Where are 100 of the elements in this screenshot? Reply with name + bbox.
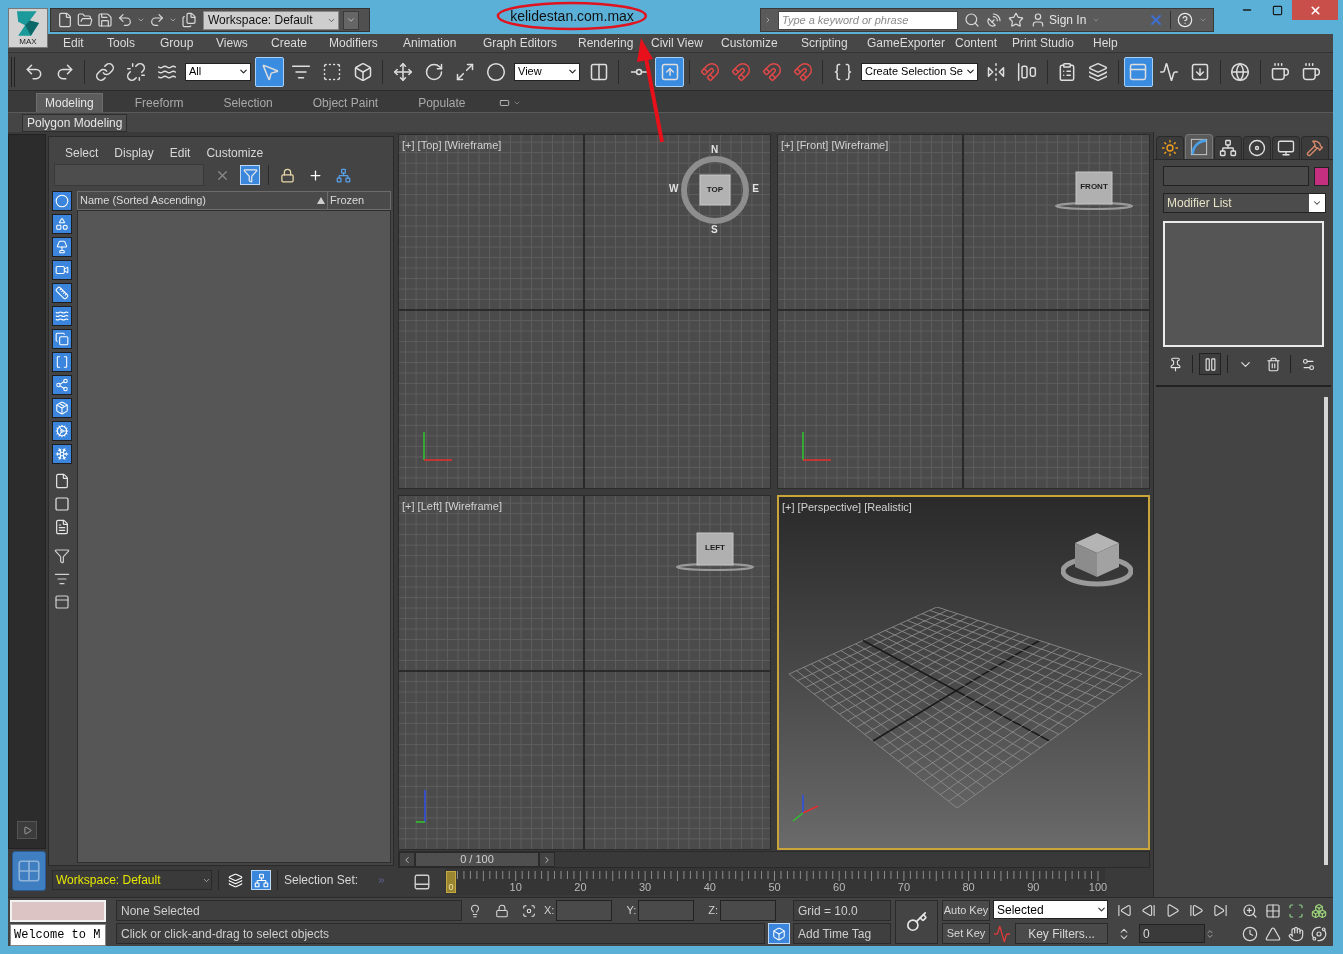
file-text-icon[interactable]	[54, 519, 70, 535]
viewport-label[interactable]: [+] [Front] [Wireframe]	[781, 140, 889, 151]
menu-item[interactable]: Select	[65, 147, 99, 159]
workspace-dropdown[interactable]: Workspace: Default	[52, 870, 212, 890]
ribbon-tab[interactable]: Selection	[215, 93, 281, 112]
time-slider-track[interactable]: 0 / 100	[398, 851, 1150, 868]
cursor-button[interactable]	[255, 56, 284, 87]
orbit-icon[interactable]	[1310, 926, 1327, 942]
menu-item[interactable]: Tools	[107, 37, 135, 49]
toolbar-dropdown[interactable]: All	[185, 62, 251, 81]
menu-item[interactable]: GameExporter	[867, 37, 946, 49]
ribbon-tab[interactable]: Populate	[410, 93, 474, 112]
target-icon[interactable]	[522, 903, 536, 918]
menu-item[interactable]: Edit	[169, 147, 191, 159]
listener-output[interactable]: Welcome to M	[10, 924, 106, 946]
listener-input-field[interactable]	[10, 900, 106, 922]
triangle-icon[interactable]	[1264, 926, 1281, 942]
menu-item[interactable]: Customize	[721, 37, 778, 49]
hierarchy-button[interactable]	[251, 870, 271, 890]
overlapping-squares-filter-button[interactable]	[52, 329, 72, 349]
color-swatch-icon[interactable]	[1314, 166, 1329, 186]
menu-item[interactable]: Group	[160, 37, 194, 49]
panel-icon[interactable]	[54, 594, 70, 610]
viewport-label[interactable]: [+] [Perspective] [Realistic]	[782, 502, 912, 513]
gear-filter-button[interactable]	[52, 421, 72, 441]
scrollbar[interactable]	[1324, 397, 1328, 865]
modifier-stack-list[interactable]	[1163, 221, 1324, 347]
brackets-filter-button[interactable]	[52, 352, 72, 372]
clock-icon[interactable]	[1241, 926, 1258, 942]
menu-item[interactable]: Edit	[63, 37, 84, 49]
satellite-dish-icon[interactable]	[986, 12, 1002, 28]
viewport[interactable]: [+] [Perspective] [Realistic]	[777, 495, 1150, 850]
sphere-filter-button[interactable]	[52, 191, 72, 211]
filter-icon[interactable]	[54, 548, 70, 564]
viewport-layout-button[interactable]	[12, 851, 46, 891]
compass-letter[interactable]: E	[752, 184, 759, 194]
coordinate-field[interactable]	[556, 900, 613, 921]
menu-item[interactable]: Scripting	[801, 37, 848, 49]
skip-back-icon[interactable]	[1117, 903, 1132, 918]
caret-icon[interactable]	[169, 16, 177, 24]
viewport-label[interactable]: [+] [Top] [Wireframe]	[402, 140, 502, 151]
command-panel-tab[interactable]	[1214, 136, 1242, 159]
lock-icon[interactable]	[495, 903, 509, 918]
set-key-button[interactable]: Set Key	[942, 923, 990, 944]
nodes-filter-button[interactable]	[52, 375, 72, 395]
save-icon[interactable]	[97, 12, 113, 28]
ribbon-tab[interactable]: Freeform	[126, 93, 192, 112]
ribbon-panel-label[interactable]: Polygon Modeling	[22, 113, 128, 132]
customize-toolbar-button[interactable]	[343, 10, 359, 30]
redo-icon[interactable]	[149, 12, 165, 28]
pill-icon[interactable]	[497, 97, 511, 108]
command-panel-tab[interactable]	[1243, 136, 1271, 159]
modifier-list-dropdown[interactable]: Modifier List	[1163, 193, 1326, 213]
menu-item[interactable]: Graph Editors	[483, 37, 558, 49]
menu-item[interactable]: Modifiers	[329, 37, 378, 49]
search-field[interactable]: Type a keyword or phrase	[778, 10, 958, 30]
compass-letter[interactable]: W	[669, 184, 679, 194]
add-time-tag-button[interactable]: Add Time Tag	[793, 923, 891, 944]
command-panel-tab[interactable]	[1272, 136, 1300, 159]
boxes-icon[interactable]	[1310, 903, 1327, 919]
ruler-filter-button[interactable]	[52, 283, 72, 303]
caret-icon[interactable]	[764, 15, 772, 25]
play-icon[interactable]	[1165, 903, 1180, 918]
frame-corners-icon[interactable]	[1287, 903, 1304, 919]
viewport[interactable]: [+] [Top] [Wireframe] N E S W TOP	[398, 134, 771, 489]
ribbon-tab[interactable]: Modeling	[36, 93, 103, 112]
hand-icon[interactable]	[1287, 926, 1304, 942]
coordinate-field[interactable]	[638, 900, 695, 921]
cube-toggle-button[interactable]	[768, 923, 790, 944]
menu-item[interactable]: Animation	[403, 37, 457, 49]
panel-bottom-icon[interactable]	[412, 872, 431, 891]
two-bars-button[interactable]	[1199, 353, 1221, 375]
object-name-field[interactable]	[1163, 166, 1309, 186]
step-forward-icon[interactable]	[1189, 903, 1204, 918]
previous-frame-button[interactable]	[399, 852, 415, 867]
key-button[interactable]	[895, 900, 938, 944]
filter-button[interactable]	[240, 165, 260, 185]
shapes-filter-button[interactable]	[52, 214, 72, 234]
folder-open-icon[interactable]	[77, 12, 93, 28]
menu-item[interactable]: Print Studio	[1012, 37, 1075, 49]
menu-item[interactable]: Content	[955, 37, 998, 49]
application-button[interactable]: MAX	[8, 8, 48, 48]
zoom-in-icon[interactable]	[1241, 903, 1258, 919]
undo-icon[interactable]	[117, 12, 133, 28]
snowflake-filter-button[interactable]	[52, 444, 72, 464]
viewport-label[interactable]: [+] [Left] [Wireframe]	[402, 501, 502, 512]
lightbulb-icon[interactable]	[468, 903, 482, 918]
time-slider-thumb[interactable]: 0 / 100	[399, 852, 555, 867]
compass-letter[interactable]: S	[711, 225, 718, 235]
step-back-icon[interactable]	[1141, 903, 1156, 918]
caret-icon[interactable]	[137, 16, 145, 24]
column-header[interactable]: Name (Sorted Ascending)	[77, 191, 328, 210]
column-header[interactable]: Frozen	[328, 191, 391, 210]
menu-item[interactable]: Create	[271, 37, 308, 49]
grid-icon[interactable]	[1264, 903, 1281, 919]
menu-item[interactable]: Views	[216, 37, 248, 49]
list-filter-icon[interactable]	[54, 571, 70, 587]
command-panel-tab[interactable]	[1301, 136, 1329, 159]
sign-in-button[interactable]: Sign In	[1030, 12, 1087, 28]
help-icon[interactable]	[1177, 12, 1193, 28]
